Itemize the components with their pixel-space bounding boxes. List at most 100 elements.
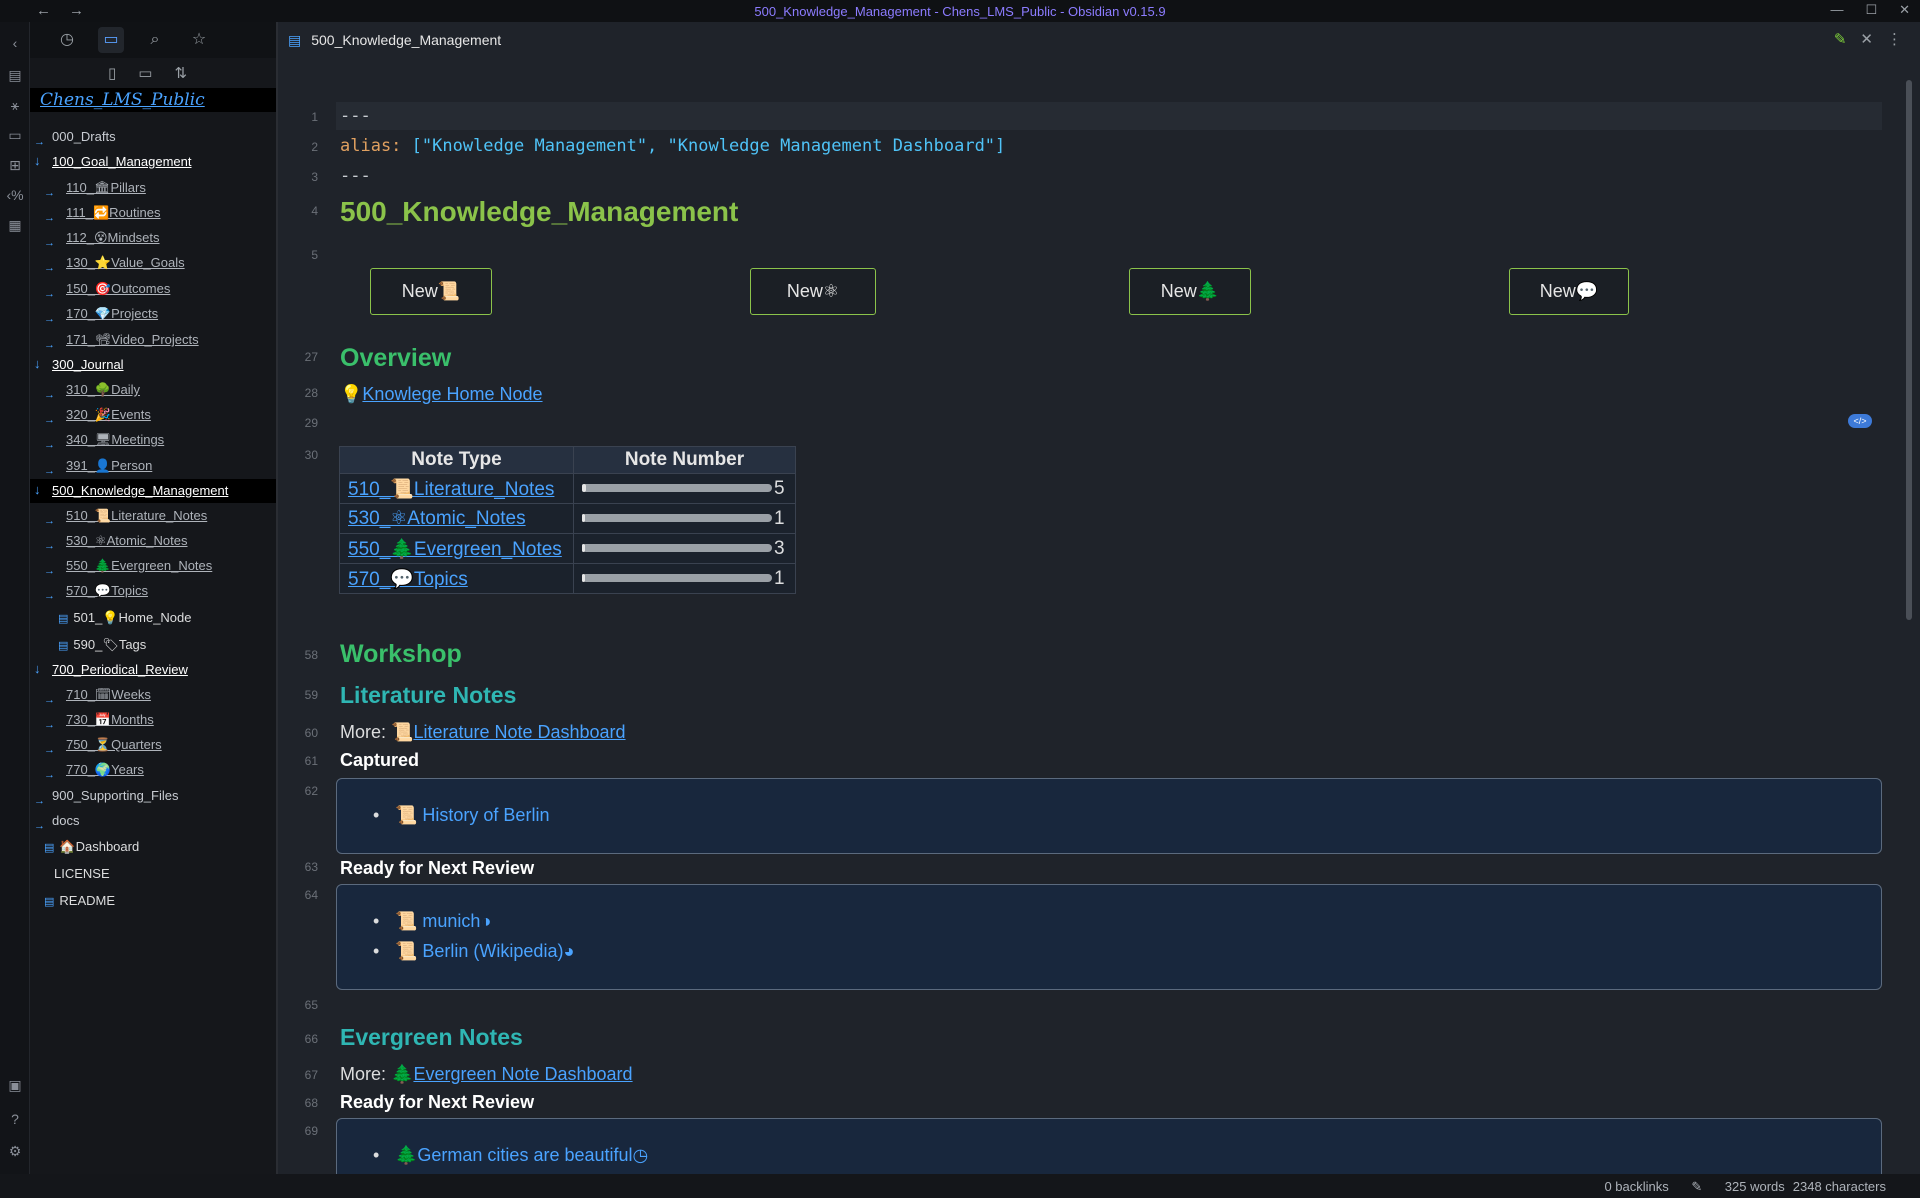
tree-file[interactable]: LICENSE <box>30 862 276 886</box>
expanded-arrow-icon[interactable]: ↓ <box>34 357 41 371</box>
tree-file[interactable]: ▤ 🏠Dashboard <box>30 835 276 859</box>
collapsed-arrow-icon[interactable]: → <box>44 718 55 732</box>
expanded-arrow-icon[interactable]: ↓ <box>34 662 41 676</box>
tree-subfolder[interactable]: → 730_📅Months <box>30 708 276 732</box>
tree-folder[interactable]: → 900_Supporting_Files <box>30 784 276 808</box>
tree-subfolder[interactable]: → 710_🗓Weeks <box>30 683 276 707</box>
collapsed-arrow-icon[interactable]: → <box>34 819 45 833</box>
editor-scrollbar[interactable] <box>1906 80 1912 620</box>
collapsed-arrow-icon[interactable]: → <box>44 564 55 578</box>
folder-icon[interactable]: ▭ <box>98 27 124 53</box>
edit-mode-icon[interactable]: ✎ <box>1834 30 1847 48</box>
backlinks-count[interactable]: 0 backlinks <box>1604 1179 1668 1195</box>
templater-icon[interactable]: ‹% <box>6 186 24 204</box>
tree-subfolder[interactable]: → 150_🎯Outcomes <box>30 277 276 301</box>
note-folder-link[interactable]: 510_📜Literature_Notes <box>348 479 554 500</box>
editor-content[interactable] <box>278 80 1898 1174</box>
tree-subfolder[interactable]: → 770_🌍Years <box>30 758 276 782</box>
tree-subfolder[interactable]: → 171_📽Video_Projects <box>30 328 276 352</box>
expanded-arrow-icon[interactable]: ↓ <box>34 154 41 168</box>
list-item[interactable]: 📜 munich◑ <box>373 911 491 932</box>
vault-name[interactable]: Chens_LMS_Public <box>30 88 276 112</box>
note-folder-link[interactable]: 570_💬Topics <box>348 569 468 590</box>
home-node-link[interactable]: Knowlege Home Node <box>362 384 542 404</box>
tree-subfolder[interactable]: → 170_💎Projects <box>30 302 276 326</box>
collapsed-arrow-icon[interactable]: → <box>44 514 55 528</box>
tree-subfolder[interactable]: → 530_⚛Atomic_Notes <box>30 529 276 553</box>
quick-switcher-icon[interactable]: ▤ <box>6 66 24 84</box>
tab-title[interactable]: 500_Knowledge_Management <box>311 32 501 48</box>
new-evergreen-button[interactable]: New🌲 <box>1129 268 1251 315</box>
list-item[interactable]: 📜 Berlin (Wikipedia)◕ <box>373 941 574 962</box>
collapsed-arrow-icon[interactable]: → <box>44 768 55 782</box>
tree-file[interactable]: ▤ README <box>30 889 276 913</box>
minimize-button[interactable]: — <box>1830 2 1843 18</box>
star-icon[interactable]: ☆ <box>186 27 212 53</box>
list-item[interactable]: 📜 History of Berlin <box>373 805 550 826</box>
collapsed-arrow-icon[interactable]: → <box>44 186 55 200</box>
new-note-icon[interactable]: ▯ <box>108 64 116 82</box>
canvas-icon[interactable]: ▭ <box>6 126 24 144</box>
back-button[interactable]: ← <box>36 2 69 19</box>
close-window-button[interactable]: ✕ <box>1899 2 1910 18</box>
tree-folder[interactable]: ↓ 100_Goal_Management <box>30 150 276 174</box>
tree-subfolder[interactable]: → 570_💬Topics <box>30 579 276 603</box>
tree-subfolder[interactable]: → 750_⏳Quarters <box>30 733 276 757</box>
literature-dashboard-link[interactable]: Literature Note Dashboard <box>413 722 625 742</box>
forward-button[interactable]: → <box>69 2 102 19</box>
tree-folder[interactable]: ↓ 500_Knowledge_Management <box>30 479 276 503</box>
list-item[interactable]: 🌲German cities are beautiful◷ <box>373 1145 648 1166</box>
pencil-icon[interactable]: ✎ <box>1677 1179 1717 1195</box>
vault-switcher-icon[interactable]: ▣ <box>6 1076 24 1094</box>
new-folder-icon[interactable]: ▭ <box>138 64 152 82</box>
collapsed-arrow-icon[interactable]: → <box>44 413 55 427</box>
collapsed-arrow-icon[interactable]: → <box>44 388 55 402</box>
note-folder-link[interactable]: 550_🌲Evergreen_Notes <box>348 539 562 560</box>
new-topic-button[interactable]: New💬 <box>1509 268 1629 315</box>
collapsed-arrow-icon[interactable]: → <box>44 312 55 326</box>
collapsed-arrow-icon[interactable]: → <box>44 743 55 757</box>
tree-subfolder[interactable]: → 111_🔁Routines <box>30 201 276 225</box>
tree-file[interactable]: ▤ 501_💡Home_Node <box>30 606 276 630</box>
close-tab-icon[interactable]: ✕ <box>1860 30 1873 48</box>
tree-subfolder[interactable]: → 320_🎉Events <box>30 403 276 427</box>
tree-subfolder[interactable]: → 112_😵Mindsets <box>30 226 276 250</box>
new-literature-button[interactable]: New📜 <box>370 268 492 315</box>
tree-folder[interactable]: ↓ 300_Journal <box>30 353 276 377</box>
tree-file[interactable]: ▤ 590_🏷Tags <box>30 633 276 657</box>
collapsed-arrow-icon[interactable]: → <box>44 693 55 707</box>
collapsed-arrow-icon[interactable]: → <box>44 236 55 250</box>
collapsed-arrow-icon[interactable]: → <box>44 464 55 478</box>
note-folder-link[interactable]: 530_⚛Atomic_Notes <box>348 508 526 529</box>
calendar-icon[interactable]: ▦ <box>6 216 24 234</box>
collapsed-arrow-icon[interactable]: → <box>44 261 55 275</box>
tables-icon[interactable]: ⊞ <box>6 156 24 174</box>
tree-subfolder[interactable]: → 110_🏛Pillars <box>30 176 276 200</box>
chevron-left-icon[interactable]: ‹ <box>6 34 24 52</box>
code-block-chip[interactable]: </> <box>1848 414 1872 428</box>
tree-folder[interactable]: ↓ 700_Periodical_Review <box>30 658 276 682</box>
tree-subfolder[interactable]: → 510_📜Literature_Notes <box>30 504 276 528</box>
graph-view-icon[interactable]: ⚹ <box>6 96 24 114</box>
collapsed-arrow-icon[interactable]: → <box>34 135 45 149</box>
tree-subfolder[interactable]: → 340_🖥Meetings <box>30 428 276 452</box>
collapsed-arrow-icon[interactable]: → <box>44 287 55 301</box>
help-icon[interactable]: ? <box>6 1110 24 1128</box>
tree-folder[interactable]: → 000_Drafts <box>30 125 276 149</box>
tree-subfolder[interactable]: → 130_⭐Value_Goals <box>30 251 276 275</box>
recent-files-icon[interactable]: ◷ <box>54 27 80 53</box>
collapsed-arrow-icon[interactable]: → <box>44 438 55 452</box>
maximize-button[interactable]: ☐ <box>1865 2 1877 18</box>
evergreen-dashboard-link[interactable]: Evergreen Note Dashboard <box>413 1064 632 1084</box>
expanded-arrow-icon[interactable]: ↓ <box>34 483 41 497</box>
collapsed-arrow-icon[interactable]: → <box>44 589 55 603</box>
search-icon[interactable]: ⌕ <box>142 27 168 53</box>
collapsed-arrow-icon[interactable]: → <box>44 539 55 553</box>
tree-folder[interactable]: → docs <box>30 809 276 833</box>
new-atomic-button[interactable]: New⚛ <box>750 268 876 315</box>
tree-subfolder[interactable]: → 391_👤Person <box>30 454 276 478</box>
tree-subfolder[interactable]: → 550_🌲Evergreen_Notes <box>30 554 276 578</box>
collapsed-arrow-icon[interactable]: → <box>44 211 55 225</box>
more-options-icon[interactable]: ⋮ <box>1887 30 1902 48</box>
tree-subfolder[interactable]: → 310_🌳Daily <box>30 378 276 402</box>
